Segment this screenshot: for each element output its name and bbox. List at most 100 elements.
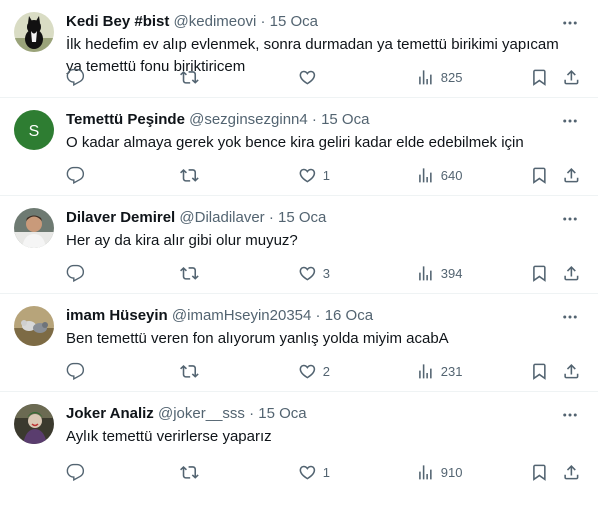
avatar[interactable] [14,208,54,248]
reply-button[interactable] [66,165,85,185]
views-icon [419,69,432,85]
views-icon [419,167,432,183]
like-button[interactable]: 1 [298,165,330,185]
reply-icon [66,68,85,86]
like-icon [299,70,316,85]
views-icon [419,265,432,281]
tweet[interactable]: Kedi Bey #bist @kedimeovi · 15 Oca İlk h… [0,0,598,98]
reply-thread: Kedi Bey #bist @kedimeovi · 15 Oca İlk h… [0,0,598,492]
timestamp[interactable]: 15 Oca [278,209,326,226]
display-name[interactable]: imam Hüseyin [66,307,168,324]
tweet-actions: 3 394 [66,263,586,283]
retweet-button[interactable] [180,165,199,185]
tweet-actions: 825 [66,67,586,87]
retweet-icon [180,266,199,280]
reply-button[interactable] [66,263,85,283]
tweet[interactable]: Joker Analiz @joker__sss · 15 Oca Aylık … [0,392,598,492]
timestamp[interactable]: 15 Oca [258,405,306,422]
tweet[interactable]: imam Hüseyin @imamHseyin20354 · 16 Oca B… [0,294,598,392]
tweet-header: Kedi Bey #bist @kedimeovi · 15 Oca [66,12,558,32]
retweet-button[interactable] [180,67,199,87]
avatar[interactable] [14,306,54,346]
user-handle[interactable]: @sezginsezginn4 [189,111,308,128]
retweet-icon [180,168,199,182]
share-icon [564,464,579,480]
timestamp[interactable]: 16 Oca [325,307,373,324]
retweet-button[interactable] [180,361,199,381]
reply-icon [66,166,85,184]
tweet-header: Joker Analiz @joker__sss · 15 Oca [66,404,558,424]
more-icon[interactable] [560,405,580,425]
share-button[interactable] [562,361,581,381]
display-name[interactable]: Temettü Peşinde [66,111,185,128]
tweet-header: imam Hüseyin @imamHseyin20354 · 16 Oca [66,306,558,326]
bookmark-icon [533,363,546,380]
bookmark-button[interactable] [530,361,549,381]
like-icon [299,266,316,281]
like-button[interactable]: 3 [298,263,330,283]
user-handle[interactable]: @Diladilaver [179,209,264,226]
timestamp[interactable]: 15 Oca [270,13,318,30]
display-name[interactable]: Kedi Bey #bist [66,13,169,30]
more-icon[interactable] [560,13,580,33]
share-icon [564,363,579,379]
bookmark-button[interactable] [530,462,549,482]
views-icon [419,363,432,379]
share-icon [564,167,579,183]
more-icon[interactable] [560,209,580,229]
more-icon[interactable] [560,111,580,131]
retweet-button[interactable] [180,263,199,283]
share-button[interactable] [562,165,581,185]
bookmark-icon [533,464,546,481]
reply-icon [66,264,85,282]
share-icon [564,69,579,85]
view-count: 394 [440,265,463,281]
display-name[interactable]: Dilaver Demirel [66,209,175,226]
user-handle[interactable]: @joker__sss [158,405,245,422]
reply-button[interactable] [66,361,85,381]
like-count: 1 [322,464,330,480]
like-button[interactable] [298,67,323,87]
view-count: 825 [440,69,463,85]
bookmark-button[interactable] [530,263,549,283]
like-icon [299,168,316,183]
avatar[interactable] [14,12,54,52]
view-count: 910 [440,464,463,480]
separator-dot: · [260,13,266,30]
separator-dot: · [315,307,321,324]
bookmark-icon [533,265,546,282]
tweet-text: Ben temettü veren fon alıyorum yanlış yo… [66,330,449,347]
like-icon [299,364,316,379]
reply-icon [66,463,85,481]
tweet[interactable]: S Temettü Peşinde @sezginsezginn4 · 15 O… [0,98,598,196]
view-count: 640 [440,167,463,183]
views-button[interactable]: 910 [416,462,462,482]
user-handle[interactable]: @imamHseyin20354 [172,307,311,324]
user-handle[interactable]: @kedimeovi [174,13,257,30]
views-button[interactable]: 825 [416,67,462,87]
like-count: 3 [322,265,330,281]
share-button[interactable] [562,462,581,482]
like-button[interactable]: 1 [298,462,330,482]
bookmark-button[interactable] [530,165,549,185]
display-name[interactable]: Joker Analiz [66,405,154,422]
reply-button[interactable] [66,462,85,482]
views-button[interactable]: 394 [416,263,462,283]
reply-button[interactable] [66,67,85,87]
bookmark-button[interactable] [530,67,549,87]
avatar[interactable]: S [14,110,54,150]
avatar[interactable] [14,404,54,444]
tweet[interactable]: Dilaver Demirel @Diladilaver · 15 Oca He… [0,196,598,294]
share-button[interactable] [562,67,581,87]
separator-dot: · [268,209,274,226]
tweet-actions: 1 640 [66,165,586,185]
views-button[interactable]: 231 [416,361,462,381]
separator-dot: · [311,111,317,128]
separator-dot: · [249,405,255,422]
like-button[interactable]: 2 [298,361,330,381]
timestamp[interactable]: 15 Oca [321,111,369,128]
retweet-button[interactable] [180,462,199,482]
share-button[interactable] [562,263,581,283]
views-button[interactable]: 640 [416,165,462,185]
more-icon[interactable] [560,307,580,327]
